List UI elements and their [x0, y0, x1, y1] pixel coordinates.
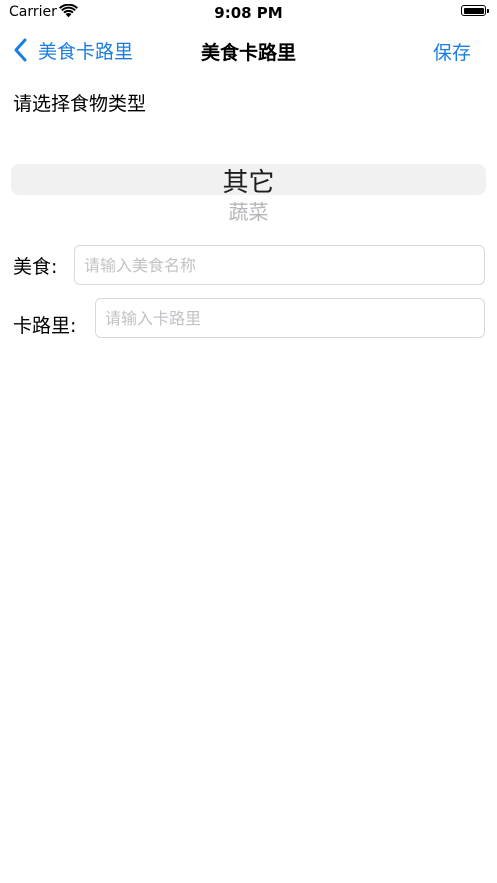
clock: 9:08 PM: [214, 4, 283, 22]
status-bar: Carrier 9:08 PM: [0, 0, 497, 26]
calorie-input[interactable]: [95, 298, 485, 338]
food-name-label: 美食:: [13, 256, 58, 278]
page-title: 美食卡路里: [200, 42, 296, 64]
food-type-picker[interactable]: 其它 蔬菜: [11, 140, 486, 230]
battery-icon: [461, 5, 489, 16]
food-name-input[interactable]: [74, 245, 485, 285]
calorie-label: 卡路里:: [13, 315, 77, 337]
save-button[interactable]: 保存: [433, 38, 471, 65]
picker-selected-option[interactable]: 其它: [11, 162, 486, 199]
navigation-bar: 美食卡路里 美食卡路里 保存: [0, 26, 497, 74]
food-type-prompt: 请选择食物类型: [13, 93, 147, 115]
picker-next-option[interactable]: 蔬菜: [11, 196, 486, 225]
